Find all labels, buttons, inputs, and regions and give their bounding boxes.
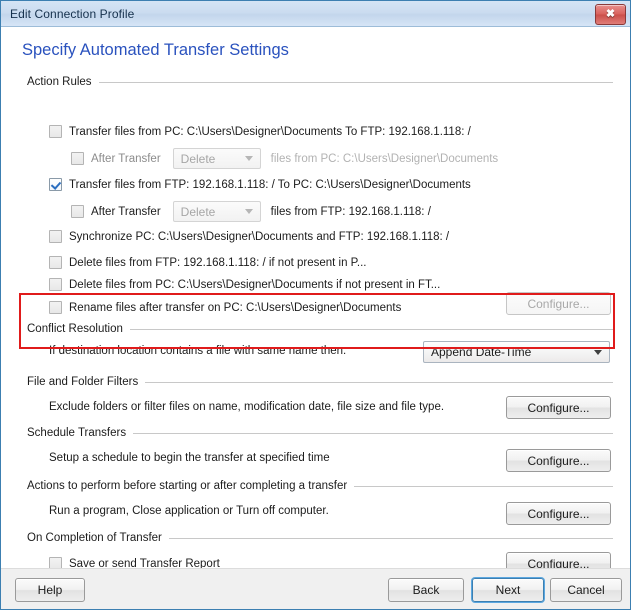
after-transfer-label-2: After Transfer bbox=[91, 205, 161, 218]
group-label-file-folder-filters: File and Folder Filters bbox=[27, 376, 139, 388]
window-title: Edit Connection Profile bbox=[10, 6, 135, 21]
chevron-down-icon bbox=[594, 349, 602, 355]
conflict-resolution-prompt-row: If destination location contains a file … bbox=[49, 345, 346, 357]
group-action-rules: Action Rules bbox=[27, 75, 613, 89]
title-bar: Edit Connection Profile ✖ bbox=[1, 1, 630, 27]
dialog-footer: Help Back Next Cancel bbox=[1, 568, 630, 609]
rule-synchronize[interactable]: Synchronize PC: C:\Users\Designer\Docume… bbox=[49, 230, 449, 243]
group-label-on-completion: On Completion of Transfer bbox=[27, 532, 162, 544]
after-transfer-action-value-2: Delete bbox=[180, 204, 216, 219]
checkbox-after-transfer-1[interactable] bbox=[71, 152, 84, 165]
help-button[interactable]: Help bbox=[15, 578, 85, 602]
rule-transfer-ftp-to-pc[interactable]: Transfer files from FTP: 192.168.1.118: … bbox=[49, 178, 471, 191]
checkbox-synchronize[interactable] bbox=[49, 230, 62, 243]
chevron-down-icon bbox=[244, 156, 253, 161]
cancel-button[interactable]: Cancel bbox=[550, 578, 622, 602]
group-divider bbox=[145, 382, 613, 383]
pre-post-actions-description-row: Run a program, Close application or Turn… bbox=[49, 505, 329, 517]
group-schedule-transfers: Schedule Transfers bbox=[27, 426, 613, 440]
rule-rename-after-transfer[interactable]: Rename files after transfer on PC: C:\Us… bbox=[49, 301, 401, 314]
page-title: Specify Automated Transfer Settings bbox=[22, 41, 289, 59]
rule-transfer-pc-to-ftp[interactable]: Transfer files from PC: C:\Users\Designe… bbox=[49, 125, 471, 138]
configure-schedule-button[interactable]: Configure... bbox=[506, 449, 611, 472]
schedule-transfers-description-row: Setup a schedule to begin the transfer a… bbox=[49, 452, 330, 464]
after-transfer-label-1: After Transfer bbox=[91, 152, 161, 165]
after-transfer-trailing-2: files from FTP: 192.168.1.118: / bbox=[270, 205, 431, 218]
rule-delete-pc-not-in-ftp[interactable]: Delete files from PC: C:\Users\Designer\… bbox=[49, 278, 440, 291]
after-transfer-action-select-1[interactable]: Delete bbox=[172, 148, 261, 169]
edit-connection-profile-dialog: Edit Connection Profile ✖ Specify Automa… bbox=[0, 0, 631, 610]
file-folder-filters-description: Exclude folders or filter files on name,… bbox=[49, 401, 445, 413]
group-divider bbox=[133, 433, 613, 434]
group-label-conflict-resolution: Conflict Resolution bbox=[27, 323, 123, 335]
group-divider bbox=[168, 538, 613, 539]
after-transfer-row-1[interactable]: After Transfer Delete files from PC: C:\… bbox=[71, 148, 498, 169]
close-icon: ✖ bbox=[605, 8, 616, 20]
group-divider bbox=[354, 486, 613, 487]
checkbox-delete-ftp-not-in-pc[interactable] bbox=[49, 256, 62, 269]
rule-label: Delete files from FTP: 192.168.1.118: / … bbox=[69, 256, 367, 269]
rule-label: Transfer files from FTP: 192.168.1.118: … bbox=[69, 178, 471, 191]
conflict-resolution-select[interactable]: Append Date-Time bbox=[423, 341, 610, 363]
after-transfer-action-select-2[interactable]: Delete bbox=[172, 201, 261, 222]
group-divider bbox=[98, 82, 613, 83]
group-label-schedule-transfers: Schedule Transfers bbox=[27, 427, 127, 439]
file-folder-filters-description-row: Exclude folders or filter files on name,… bbox=[49, 401, 444, 413]
next-button[interactable]: Next bbox=[472, 578, 544, 602]
checkbox-delete-pc-not-in-ftp[interactable] bbox=[49, 278, 62, 291]
rule-delete-ftp-not-in-pc[interactable]: Delete files from FTP: 192.168.1.118: / … bbox=[49, 256, 366, 269]
rule-label: Delete files from PC: C:\Users\Designer\… bbox=[69, 278, 441, 291]
close-button[interactable]: ✖ bbox=[595, 4, 626, 25]
dialog-content: Specify Automated Transfer Settings Acti… bbox=[1, 27, 630, 575]
configure-filters-button[interactable]: Configure... bbox=[506, 396, 611, 419]
conflict-resolution-value: Append Date-Time bbox=[431, 345, 532, 359]
conflict-resolution-prompt: If destination location contains a file … bbox=[49, 345, 347, 357]
checkbox-transfer-ftp-to-pc[interactable] bbox=[49, 178, 62, 191]
chevron-down-icon bbox=[244, 209, 253, 214]
configure-actions-button[interactable]: Configure... bbox=[506, 502, 611, 525]
group-conflict-resolution: Conflict Resolution bbox=[27, 322, 613, 336]
group-divider bbox=[129, 329, 613, 330]
configure-rename-button[interactable]: Configure... bbox=[506, 292, 611, 315]
checkbox-transfer-pc-to-ftp[interactable] bbox=[49, 125, 62, 138]
after-transfer-action-value-1: Delete bbox=[180, 151, 216, 166]
group-label-action-rules: Action Rules bbox=[27, 76, 92, 88]
group-pre-post-actions: Actions to perform before starting or af… bbox=[27, 479, 613, 493]
checkbox-rename-after-transfer[interactable] bbox=[49, 301, 62, 314]
rule-label: Transfer files from PC: C:\Users\Designe… bbox=[69, 125, 471, 138]
pre-post-actions-description: Run a program, Close application or Turn… bbox=[49, 505, 329, 517]
group-on-completion: On Completion of Transfer bbox=[27, 531, 613, 545]
rule-label: Rename files after transfer on PC: C:\Us… bbox=[69, 301, 402, 314]
group-label-pre-post-actions: Actions to perform before starting or af… bbox=[27, 480, 348, 492]
group-file-folder-filters: File and Folder Filters bbox=[27, 375, 613, 389]
after-transfer-row-2[interactable]: After Transfer Delete files from FTP: 19… bbox=[71, 201, 431, 222]
checkbox-after-transfer-2[interactable] bbox=[71, 205, 84, 218]
back-button[interactable]: Back bbox=[388, 578, 464, 602]
rule-label: Synchronize PC: C:\Users\Designer\Docume… bbox=[69, 230, 450, 243]
schedule-transfers-description: Setup a schedule to begin the transfer a… bbox=[49, 452, 330, 464]
after-transfer-trailing-1: files from PC: C:\Users\Designer\Documen… bbox=[270, 152, 499, 165]
